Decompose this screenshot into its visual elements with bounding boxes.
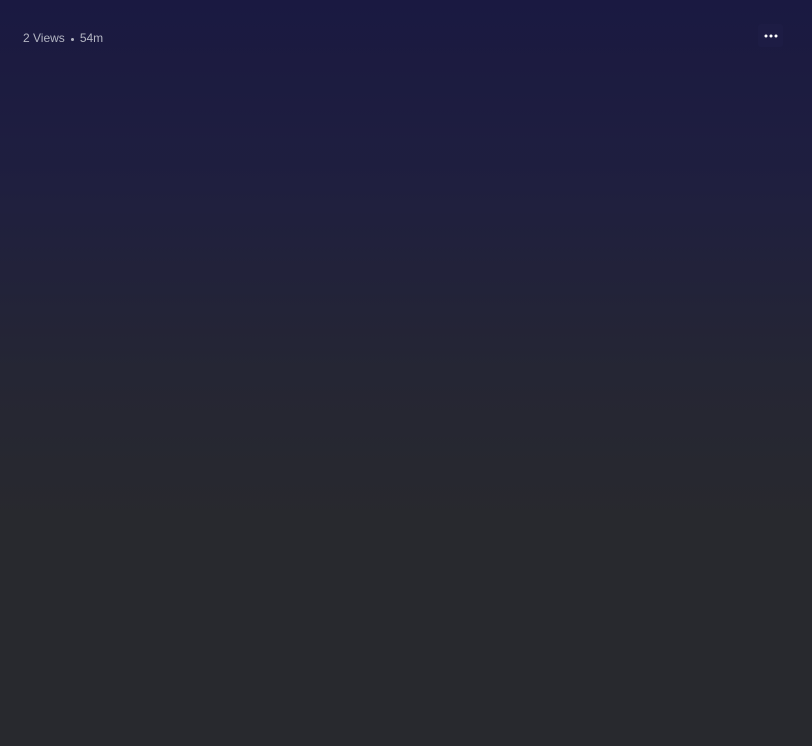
post-header: 2 Views 54m xyxy=(0,0,812,76)
post-time: 54m xyxy=(79,31,104,45)
view-count: 2 Views xyxy=(23,31,65,45)
more-horizontal-icon xyxy=(764,34,777,37)
more-options-button[interactable] xyxy=(758,24,783,47)
post-meta: 2 Views 54m xyxy=(23,31,103,45)
meta-separator-dot xyxy=(70,37,74,41)
